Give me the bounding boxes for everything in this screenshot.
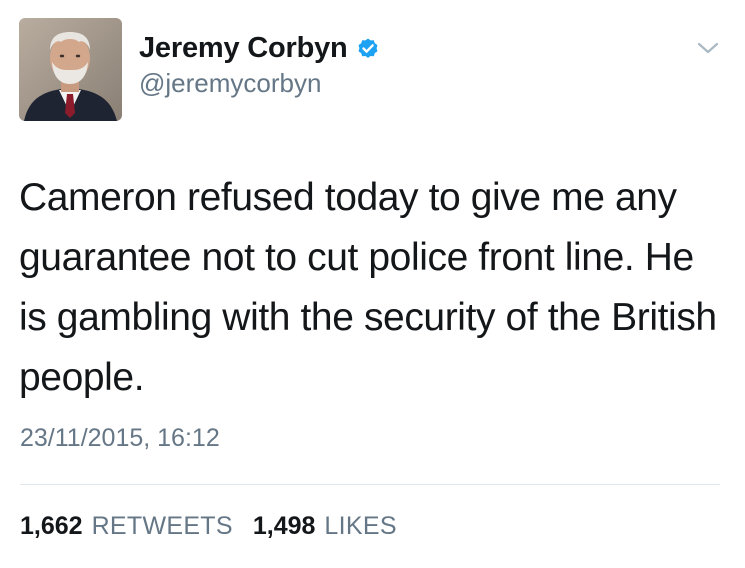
user-handle[interactable]: @jeremycorbyn — [139, 68, 380, 99]
tweet-timestamp[interactable]: 23/11/2015, 16:12 — [20, 424, 220, 453]
verified-badge-icon — [356, 36, 380, 60]
tweet-stats: 1,662 RETWEETS 1,498 LIKES — [20, 512, 397, 541]
name-row: Jeremy Corbyn — [139, 30, 380, 66]
likes-count: 1,498 — [252, 512, 316, 540]
likes-stat[interactable]: 1,498 LIKES — [253, 512, 397, 541]
retweets-stat[interactable]: 1,662 RETWEETS — [20, 512, 233, 541]
tweet-header: Jeremy Corbyn @jeremycorbyn — [139, 30, 380, 99]
likes-label: LIKES — [324, 512, 397, 540]
divider — [20, 484, 720, 485]
retweets-count: 1,662 — [20, 512, 83, 540]
avatar[interactable] — [19, 18, 122, 121]
chevron-down-icon[interactable] — [695, 38, 721, 58]
profile-photo — [19, 18, 122, 121]
tweet-text: Cameron refused today to give me any gua… — [19, 176, 717, 399]
tweet-card: Jeremy Corbyn @jeremycorbyn Cameron refu… — [0, 0, 745, 568]
retweets-label: RETWEETS — [91, 512, 233, 540]
display-name[interactable]: Jeremy Corbyn — [139, 32, 348, 65]
